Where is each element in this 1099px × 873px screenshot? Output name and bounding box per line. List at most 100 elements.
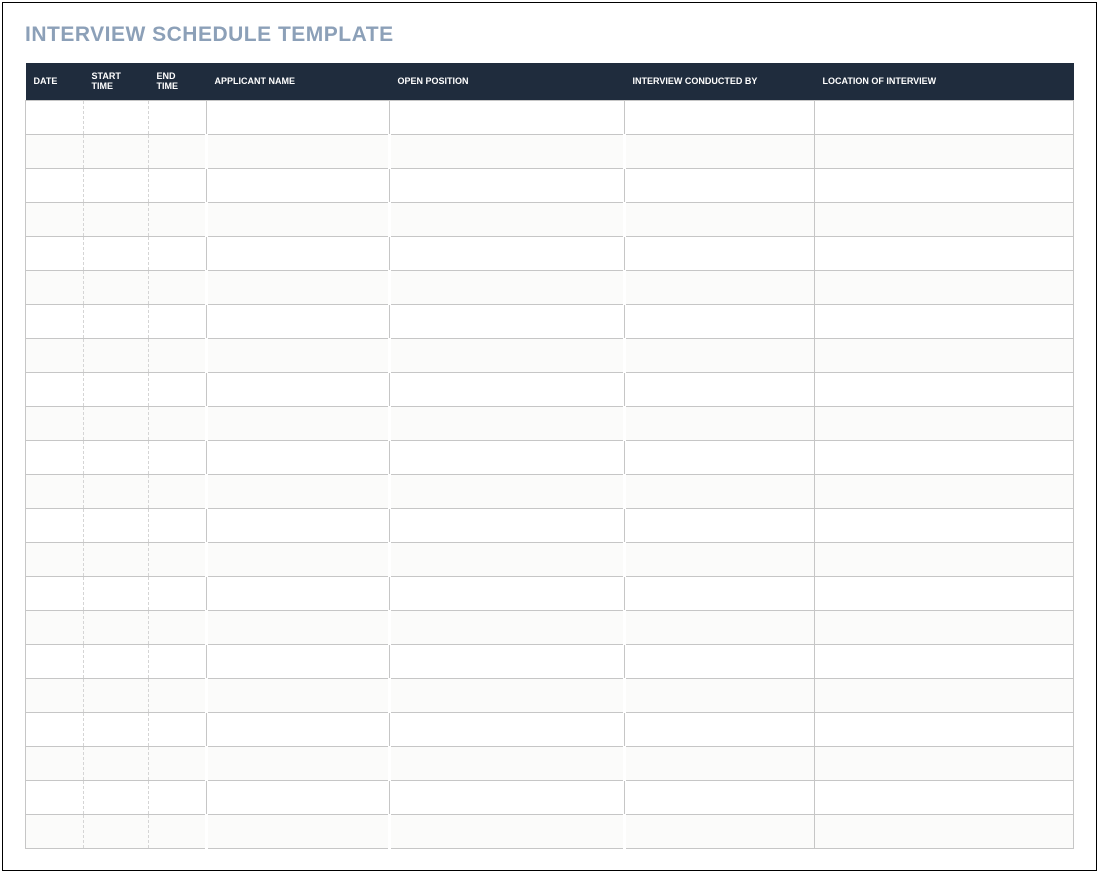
- cell-start-time[interactable]: [84, 543, 149, 577]
- cell-date[interactable]: [26, 543, 84, 577]
- cell-location-of-interview[interactable]: [815, 305, 1074, 339]
- cell-applicant-name[interactable]: [207, 305, 390, 339]
- cell-location-of-interview[interactable]: [815, 169, 1074, 203]
- cell-interview-conducted-by[interactable]: [625, 237, 815, 271]
- cell-date[interactable]: [26, 237, 84, 271]
- cell-start-time[interactable]: [84, 679, 149, 713]
- cell-applicant-name[interactable]: [207, 407, 390, 441]
- cell-start-time[interactable]: [84, 305, 149, 339]
- cell-interview-conducted-by[interactable]: [625, 407, 815, 441]
- cell-end-time[interactable]: [149, 203, 207, 237]
- cell-location-of-interview[interactable]: [815, 135, 1074, 169]
- cell-applicant-name[interactable]: [207, 815, 390, 849]
- cell-location-of-interview[interactable]: [815, 237, 1074, 271]
- cell-location-of-interview[interactable]: [815, 815, 1074, 849]
- cell-applicant-name[interactable]: [207, 781, 390, 815]
- cell-applicant-name[interactable]: [207, 747, 390, 781]
- cell-date[interactable]: [26, 407, 84, 441]
- cell-applicant-name[interactable]: [207, 577, 390, 611]
- cell-interview-conducted-by[interactable]: [625, 679, 815, 713]
- cell-location-of-interview[interactable]: [815, 713, 1074, 747]
- cell-applicant-name[interactable]: [207, 713, 390, 747]
- cell-start-time[interactable]: [84, 475, 149, 509]
- cell-open-position[interactable]: [390, 203, 625, 237]
- cell-start-time[interactable]: [84, 577, 149, 611]
- cell-date[interactable]: [26, 679, 84, 713]
- cell-start-time[interactable]: [84, 203, 149, 237]
- cell-date[interactable]: [26, 645, 84, 679]
- cell-date[interactable]: [26, 203, 84, 237]
- cell-open-position[interactable]: [390, 611, 625, 645]
- cell-date[interactable]: [26, 169, 84, 203]
- cell-open-position[interactable]: [390, 679, 625, 713]
- cell-location-of-interview[interactable]: [815, 679, 1074, 713]
- cell-start-time[interactable]: [84, 135, 149, 169]
- cell-start-time[interactable]: [84, 373, 149, 407]
- cell-interview-conducted-by[interactable]: [625, 509, 815, 543]
- cell-open-position[interactable]: [390, 781, 625, 815]
- cell-end-time[interactable]: [149, 407, 207, 441]
- cell-end-time[interactable]: [149, 645, 207, 679]
- cell-date[interactable]: [26, 441, 84, 475]
- cell-applicant-name[interactable]: [207, 611, 390, 645]
- cell-end-time[interactable]: [149, 271, 207, 305]
- cell-date[interactable]: [26, 611, 84, 645]
- cell-applicant-name[interactable]: [207, 373, 390, 407]
- cell-location-of-interview[interactable]: [815, 407, 1074, 441]
- cell-start-time[interactable]: [84, 645, 149, 679]
- cell-interview-conducted-by[interactable]: [625, 135, 815, 169]
- cell-applicant-name[interactable]: [207, 271, 390, 305]
- cell-interview-conducted-by[interactable]: [625, 271, 815, 305]
- cell-open-position[interactable]: [390, 237, 625, 271]
- cell-open-position[interactable]: [390, 747, 625, 781]
- cell-interview-conducted-by[interactable]: [625, 101, 815, 135]
- cell-open-position[interactable]: [390, 339, 625, 373]
- cell-start-time[interactable]: [84, 781, 149, 815]
- cell-date[interactable]: [26, 135, 84, 169]
- cell-interview-conducted-by[interactable]: [625, 781, 815, 815]
- cell-open-position[interactable]: [390, 305, 625, 339]
- cell-applicant-name[interactable]: [207, 475, 390, 509]
- cell-start-time[interactable]: [84, 407, 149, 441]
- cell-date[interactable]: [26, 373, 84, 407]
- cell-applicant-name[interactable]: [207, 169, 390, 203]
- cell-open-position[interactable]: [390, 577, 625, 611]
- cell-end-time[interactable]: [149, 305, 207, 339]
- cell-location-of-interview[interactable]: [815, 645, 1074, 679]
- cell-applicant-name[interactable]: [207, 237, 390, 271]
- cell-open-position[interactable]: [390, 645, 625, 679]
- cell-end-time[interactable]: [149, 237, 207, 271]
- cell-date[interactable]: [26, 815, 84, 849]
- cell-location-of-interview[interactable]: [815, 509, 1074, 543]
- cell-interview-conducted-by[interactable]: [625, 645, 815, 679]
- cell-end-time[interactable]: [149, 373, 207, 407]
- cell-open-position[interactable]: [390, 169, 625, 203]
- cell-interview-conducted-by[interactable]: [625, 339, 815, 373]
- cell-open-position[interactable]: [390, 509, 625, 543]
- cell-location-of-interview[interactable]: [815, 543, 1074, 577]
- cell-open-position[interactable]: [390, 101, 625, 135]
- cell-interview-conducted-by[interactable]: [625, 577, 815, 611]
- cell-open-position[interactable]: [390, 407, 625, 441]
- cell-open-position[interactable]: [390, 135, 625, 169]
- cell-open-position[interactable]: [390, 441, 625, 475]
- cell-interview-conducted-by[interactable]: [625, 475, 815, 509]
- cell-interview-conducted-by[interactable]: [625, 203, 815, 237]
- cell-date[interactable]: [26, 305, 84, 339]
- cell-applicant-name[interactable]: [207, 509, 390, 543]
- cell-interview-conducted-by[interactable]: [625, 611, 815, 645]
- cell-location-of-interview[interactable]: [815, 475, 1074, 509]
- cell-end-time[interactable]: [149, 577, 207, 611]
- cell-date[interactable]: [26, 475, 84, 509]
- cell-location-of-interview[interactable]: [815, 781, 1074, 815]
- cell-end-time[interactable]: [149, 169, 207, 203]
- cell-date[interactable]: [26, 713, 84, 747]
- cell-applicant-name[interactable]: [207, 543, 390, 577]
- cell-date[interactable]: [26, 747, 84, 781]
- cell-start-time[interactable]: [84, 747, 149, 781]
- cell-end-time[interactable]: [149, 611, 207, 645]
- cell-end-time[interactable]: [149, 135, 207, 169]
- cell-interview-conducted-by[interactable]: [625, 373, 815, 407]
- cell-location-of-interview[interactable]: [815, 373, 1074, 407]
- cell-open-position[interactable]: [390, 815, 625, 849]
